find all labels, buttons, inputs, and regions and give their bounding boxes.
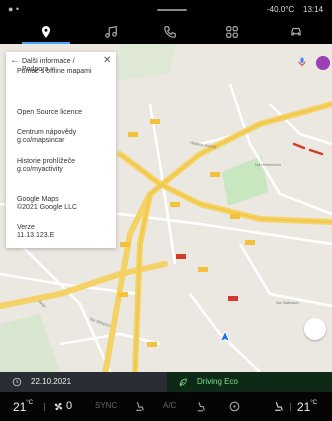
microphone-icon[interactable]	[296, 56, 308, 68]
clock-time: 13:14	[303, 5, 324, 14]
account-avatar[interactable]	[316, 56, 330, 70]
nav-apps-button[interactable]	[212, 20, 252, 44]
map-pin-icon	[41, 26, 51, 38]
panel-item-open-source[interactable]: Open Source licence	[17, 109, 112, 117]
panel-item-browser-history-url[interactable]: g.co/myactivity	[17, 166, 112, 174]
current-location-arrow-icon	[219, 330, 231, 343]
left-temp-unit: °C	[26, 400, 34, 406]
info-panel: ← Další informace / Podpora ✕ Pomoc s of…	[6, 52, 116, 248]
panel-item-google-maps: Google Maps	[17, 196, 59, 203]
date-text: 22.10.2021	[31, 377, 72, 386]
eco-leaf-icon	[179, 378, 187, 386]
clock-icon	[12, 377, 22, 387]
panel-item-version-number: 11.13.123.E	[17, 232, 55, 239]
ac-button[interactable]: A/C	[163, 401, 176, 410]
music-icon	[105, 26, 117, 38]
nav-vehicle-button[interactable]	[276, 20, 316, 44]
status-bar: ● • -40.0°C 13:14	[0, 0, 332, 20]
map-label: Na Hřebenech	[255, 162, 281, 167]
car-icon	[291, 27, 301, 36]
left-temperature[interactable]: 21°C	[13, 400, 33, 414]
driving-mode-widget[interactable]: Driving Eco	[167, 372, 332, 392]
recenter-button[interactable]	[304, 318, 326, 340]
panel-item-copyright: ©2021 Google LLC	[17, 204, 78, 211]
driving-mode-text: Driving Eco	[197, 377, 238, 386]
panel-item-browser-history[interactable]: Historie prohlížeče	[17, 158, 112, 166]
airflow-icon[interactable]	[195, 400, 208, 413]
right-temp-unit: °C	[310, 400, 318, 406]
sync-button[interactable]: SYNC	[95, 401, 117, 410]
right-temperature[interactable]: 21°C	[297, 400, 317, 414]
fan-icon[interactable]	[52, 400, 65, 413]
right-temp-value: 21	[297, 400, 311, 414]
panel-item-version-label: Verze	[17, 224, 35, 231]
info-bar: 22.10.2021 Driving Eco	[0, 372, 332, 392]
close-icon[interactable]: ✕	[103, 56, 113, 66]
climate-bar: 21°C 0 SYNC A/C 21°C	[0, 392, 332, 421]
panel-item-help-center-url[interactable]: g.co/mapsincar	[17, 137, 112, 145]
status-person-icon: ● •	[8, 4, 20, 14]
map-label: Na Slatinách	[276, 300, 299, 305]
top-nav-bar	[0, 20, 332, 44]
apps-icon	[226, 26, 238, 38]
back-arrow-icon[interactable]: ←	[10, 56, 20, 66]
date-widget[interactable]: 22.10.2021	[0, 372, 167, 392]
drawer-handle[interactable]	[157, 9, 187, 11]
divider	[44, 403, 45, 411]
nav-navigation-button[interactable]	[26, 20, 66, 44]
outside-temperature: -40.0°C	[267, 5, 295, 14]
nav-phone-button[interactable]	[150, 20, 190, 44]
seat-heating-icon[interactable]	[133, 400, 146, 413]
fan-speed[interactable]: 0	[66, 400, 72, 412]
divider	[290, 403, 291, 411]
panel-item-help-center[interactable]: Centrum nápovědy	[17, 129, 112, 137]
panel-item-offline-help[interactable]: Pomoc s offline mapami	[17, 68, 112, 76]
nav-music-button[interactable]	[91, 20, 131, 44]
left-temp-value: 21	[13, 400, 27, 414]
seat-icon-right[interactable]	[272, 400, 285, 413]
steering-wheel-heating-icon[interactable]	[228, 400, 241, 413]
phone-icon	[164, 26, 176, 38]
